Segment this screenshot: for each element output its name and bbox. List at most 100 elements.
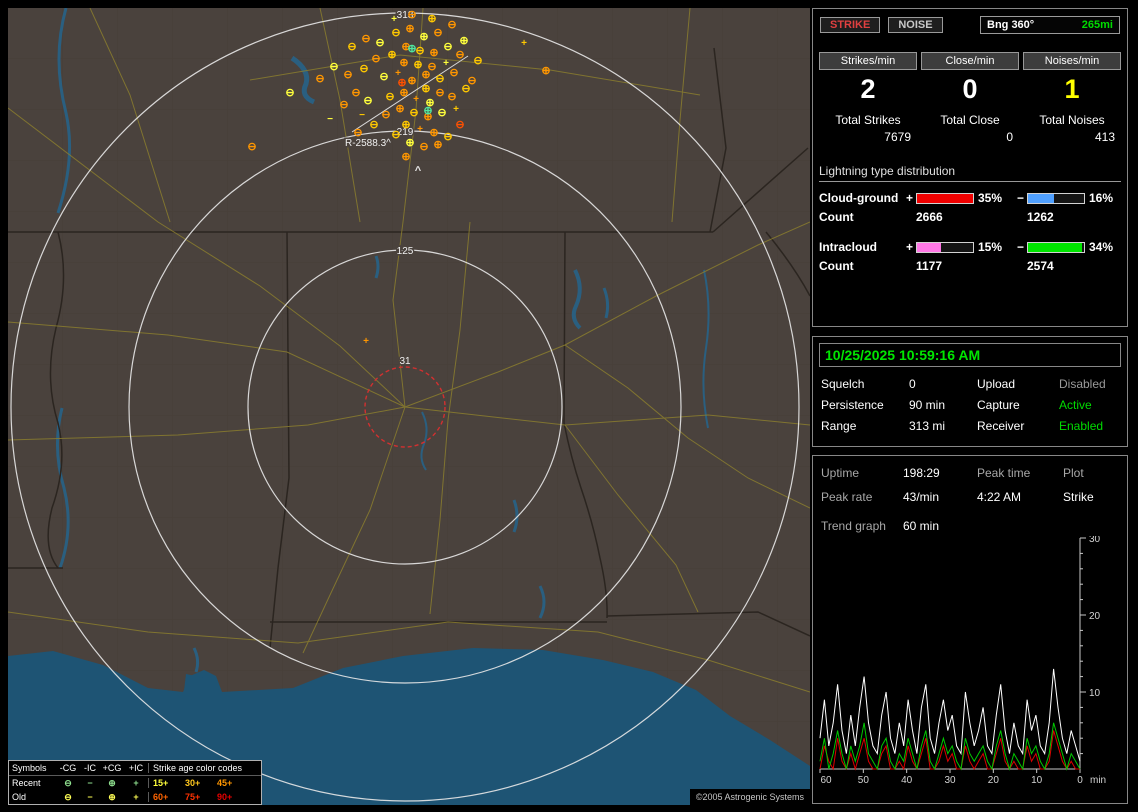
svg-text:⊕: ⊕ [387, 49, 396, 61]
svg-text:⊖: ⊖ [285, 87, 294, 99]
cg-count-label: Count [819, 210, 854, 224]
cg-negative-count: 1262 [1027, 210, 1054, 224]
ring-label-31: 31 [399, 356, 411, 367]
old-nic-icon: − [87, 792, 93, 802]
app-window: 313 219 125 31 R-2588.3^ ⊖ ⊕ ⊕ ⊖ ⊖ ⊖ ⊖ ⊕ ⊖ ⊕ ⊖ ⊖ ⊕ ⊖ ⊕… [0, 0, 1138, 812]
svg-text:⊖: ⊖ [369, 119, 378, 131]
svg-text:30: 30 [1089, 536, 1101, 545]
svg-text:⊖: ⊖ [351, 87, 360, 99]
old-pic-icon: + [133, 792, 139, 802]
svg-text:+: + [521, 38, 527, 49]
legend-recent-row: Recent ⊖ − ⊕ + 15+ 30+ 45+ [9, 776, 261, 790]
counter-noises: Noises/min 1 Total Noises 413 [1023, 52, 1121, 144]
minus-sign: − [1016, 240, 1024, 254]
svg-text:⊕: ⊕ [397, 77, 406, 89]
svg-text:20: 20 [1089, 611, 1101, 622]
svg-text:⊖: ⊖ [375, 37, 384, 49]
age-75: 75+ [185, 792, 201, 802]
svg-text:60: 60 [820, 775, 832, 786]
svg-text:30: 30 [944, 775, 956, 786]
svg-text:⊕: ⊕ [405, 23, 414, 35]
svg-text:⊖: ⊖ [353, 127, 362, 139]
plus-sign: + [905, 240, 913, 254]
cloud-ground-row: Cloud-ground + 35% − 16% [819, 191, 1121, 205]
uptime-value: 198:29 [903, 466, 940, 480]
svg-text:⊖: ⊖ [443, 41, 452, 53]
close-per-min-button[interactable]: Close/min [921, 52, 1019, 70]
peak-rate-value: 43/min [903, 490, 940, 504]
svg-text:+: + [443, 58, 449, 69]
svg-text:^: ^ [415, 165, 422, 177]
mode-button-row: STRIKE NOISE Bng 360° 265mi [820, 16, 1120, 34]
counter-close: Close/min 0 Total Close 0 [921, 52, 1019, 144]
svg-text:+: + [413, 94, 419, 105]
svg-text:40: 40 [901, 775, 913, 786]
persistence-label: Persistence [821, 398, 884, 412]
svg-text:⊖: ⊖ [449, 67, 458, 79]
cloud-ground-count-row: Count 2666 1262 [819, 210, 1121, 224]
map-legend: Symbols -CG -IC +CG +IC Strike age color… [8, 760, 262, 805]
svg-text:⊖: ⊖ [343, 69, 352, 81]
rate-counters: Strikes/min 2 Total Strikes 7679 Close/m… [819, 52, 1121, 144]
trend-graph-label: Trend graph [821, 519, 886, 533]
settings-grid: Squelch 0 Upload Disabled Persistence 90… [821, 377, 1119, 433]
cg-positive-pct: 35% [978, 191, 1003, 205]
cg-positive-count: 2666 [916, 210, 943, 224]
svg-text:⊖: ⊖ [381, 109, 390, 121]
lightning-map[interactable]: 313 219 125 31 R-2588.3^ ⊖ ⊕ ⊕ ⊖ ⊖ ⊖ ⊖ ⊕ ⊖ ⊕ ⊖ ⊖ ⊕ ⊖ ⊕… [8, 8, 810, 805]
svg-text:⊕: ⊕ [429, 127, 438, 139]
bearing-range: 265mi [1081, 19, 1113, 31]
bearing-display[interactable]: Bng 360° 265mi [980, 16, 1120, 34]
svg-text:⊖: ⊖ [315, 73, 324, 85]
svg-text:⊕: ⊕ [419, 31, 428, 43]
svg-text:min: min [1090, 775, 1106, 786]
total-noises-label: Total Noises [1039, 113, 1105, 127]
total-close-label: Total Close [940, 113, 1000, 127]
age-90: 90+ [217, 792, 233, 802]
total-strikes-value: 7679 [884, 130, 911, 144]
plot-value: Strike [1063, 490, 1094, 504]
svg-text:⊖: ⊖ [363, 95, 372, 107]
persistence-value: 90 min [909, 398, 946, 412]
noise-button[interactable]: NOISE [888, 17, 943, 33]
svg-text:⊕: ⊕ [407, 75, 416, 87]
svg-text:+: + [417, 124, 423, 135]
recent-pcg-icon: ⊕ [108, 777, 116, 788]
legend-header-row: Symbols -CG -IC +CG +IC Strike age color… [9, 761, 261, 776]
old-pcg-icon: ⊕ [108, 791, 116, 802]
svg-text:+: + [363, 336, 369, 347]
ic-positive-count: 1177 [916, 259, 943, 273]
svg-text:⊖: ⊖ [409, 107, 418, 119]
cg-negative-pct: 16% [1089, 191, 1114, 205]
svg-text:⊖: ⊖ [247, 141, 256, 153]
svg-text:⊖: ⊖ [385, 91, 394, 103]
cg-negative-bar [1027, 192, 1085, 204]
distribution-title: Lightning type distribution [819, 164, 1121, 182]
svg-text:⊖: ⊖ [467, 75, 476, 87]
svg-text:⊕: ⊕ [423, 105, 432, 117]
svg-text:⊖: ⊖ [447, 19, 456, 31]
peak-rate-label: Peak rate [821, 490, 873, 504]
trend-section: Uptime 198:29 Peak time Plot Peak rate 4… [812, 455, 1128, 804]
svg-text:⊕: ⊕ [407, 43, 416, 55]
svg-text:⊖: ⊖ [347, 41, 356, 53]
strikes-per-min-value: 2 [860, 74, 876, 104]
strike-button[interactable]: STRIKE [820, 17, 881, 33]
peak-time-label: Peak time [977, 466, 1031, 480]
map-canvas: 313 219 125 31 R-2588.3^ ⊖ ⊕⊕ ⊖⊖⊖⊖ ⊕ ⊖ ⊕ ⊖⊖⊕⊖ ⊕… [8, 8, 810, 805]
legend-col-ncg: -CG [59, 763, 77, 773]
strikes-per-min-button[interactable]: Strikes/min [819, 52, 917, 70]
counters-section: STRIKE NOISE Bng 360° 265mi Strikes/min … [812, 8, 1128, 327]
noises-per-min-button[interactable]: Noises/min [1023, 52, 1121, 70]
plot-label: Plot [1063, 466, 1084, 480]
svg-text:⊖: ⊖ [379, 71, 388, 83]
svg-text:+: + [391, 14, 397, 25]
ring-label-125: 125 [397, 246, 414, 257]
svg-text:⊖: ⊖ [437, 107, 446, 119]
svg-text:⊖: ⊖ [415, 45, 424, 57]
svg-text:⊖: ⊖ [391, 27, 400, 39]
svg-text:10: 10 [1089, 688, 1101, 699]
capture-label: Capture [977, 398, 1020, 412]
svg-text:−: − [327, 114, 333, 125]
ic-negative-pct: 34% [1089, 240, 1114, 254]
